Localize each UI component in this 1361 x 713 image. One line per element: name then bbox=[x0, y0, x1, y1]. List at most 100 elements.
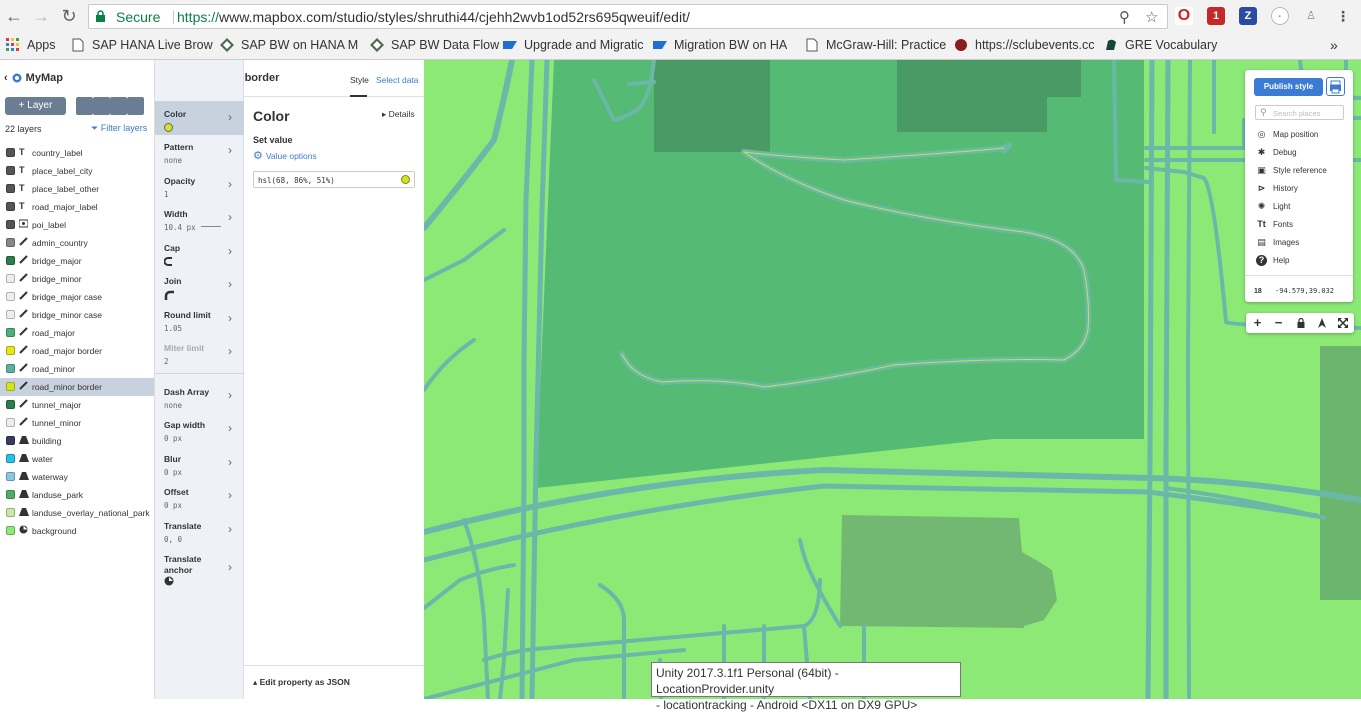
property-blur[interactable]: Blur 0 px › bbox=[155, 446, 244, 479]
symbol-layer-icon bbox=[18, 219, 29, 229]
calendar-extension-icon[interactable]: 1 bbox=[1207, 7, 1225, 25]
property-color[interactable]: Color › bbox=[155, 101, 244, 135]
lock-icon[interactable] bbox=[1290, 314, 1311, 332]
url-text[interactable]: https://www.mapbox.com/studio/styles/shr… bbox=[177, 9, 690, 25]
layer-item[interactable]: Tcountry_label bbox=[0, 144, 154, 162]
bookmark-migration-bw[interactable]: Migration BW on HA bbox=[653, 37, 787, 53]
browser-menu-icon[interactable]: ⋮ bbox=[1334, 7, 1352, 25]
bookmark-sap-bw-data-flow[interactable]: SAP BW Data Flow bbox=[370, 37, 499, 53]
print-button[interactable] bbox=[1326, 77, 1345, 96]
back-icon[interactable]: ← bbox=[4, 6, 24, 26]
bookmarks-overflow[interactable]: » bbox=[1330, 37, 1338, 53]
property-pattern[interactable]: Pattern none › bbox=[155, 134, 244, 168]
layer-item[interactable]: poi_label bbox=[0, 216, 154, 234]
property-width[interactable]: Width 10.4 px › bbox=[155, 201, 244, 235]
compass-icon[interactable] bbox=[1311, 314, 1332, 332]
extension-circle-icon[interactable]: · bbox=[1271, 7, 1289, 25]
details-toggle[interactable]: ▸ Details bbox=[382, 109, 415, 120]
building bbox=[840, 515, 1057, 628]
group-layer-button[interactable] bbox=[93, 97, 110, 115]
layer-item[interactable]: admin_country bbox=[0, 234, 154, 252]
layer-item[interactable]: road_major bbox=[0, 324, 154, 342]
property-offset[interactable]: Offset 0 px › bbox=[155, 479, 244, 513]
line-layer-icon bbox=[19, 291, 28, 301]
menu-history[interactable]: ⊳ History bbox=[1256, 183, 1298, 194]
search-places-input[interactable]: ⚲ Search places bbox=[1255, 105, 1344, 120]
zotero-extension-icon[interactable]: Z bbox=[1239, 7, 1257, 25]
menu-debug[interactable]: ✱ Debug bbox=[1256, 147, 1297, 158]
menu-light[interactable]: ✺ Light bbox=[1256, 201, 1291, 212]
bookmark-upgrade-migration[interactable]: Upgrade and Migratic bbox=[503, 37, 644, 53]
menu-style-reference[interactable]: ▣ Style reference bbox=[1256, 165, 1327, 176]
property-cap[interactable]: Cap › bbox=[155, 235, 244, 268]
publish-style-button[interactable]: Publish style bbox=[1254, 78, 1323, 96]
zoom-out-button[interactable]: − bbox=[1268, 314, 1289, 332]
property-miter-limit[interactable]: Miter limit 2 › bbox=[155, 335, 244, 366]
value-options-link[interactable]: ⚙ Value options bbox=[253, 149, 317, 162]
fill-layer-icon bbox=[19, 489, 29, 499]
property-dash-array[interactable]: Dash Array none › bbox=[155, 379, 244, 412]
layer-item[interactable]: bridge_minor bbox=[0, 270, 154, 288]
property-gap-width[interactable]: Gap width 0 px › bbox=[155, 412, 244, 446]
set-value-label: Set value bbox=[253, 135, 293, 145]
layer-item[interactable]: landuse_park bbox=[0, 486, 154, 504]
hide-layer-button[interactable] bbox=[110, 97, 127, 115]
bookmark-sclubevents[interactable]: https://sclubevents.cc bbox=[954, 37, 1095, 53]
tab-style[interactable]: Style bbox=[350, 75, 369, 85]
tab-select-data[interactable]: Select data bbox=[376, 75, 419, 85]
property-translate[interactable]: Translate 0, 0 › bbox=[155, 513, 244, 546]
forward-icon[interactable]: → bbox=[31, 6, 51, 26]
add-layer-button[interactable]: + Layer bbox=[5, 97, 66, 115]
property-value: 1 bbox=[164, 190, 169, 199]
property-translate-anchor[interactable]: Translate anchor › bbox=[155, 546, 244, 596]
layer-item[interactable]: landuse_overlay_national_park bbox=[0, 504, 154, 522]
layer-item[interactable]: road_major border bbox=[0, 342, 154, 360]
layer-item[interactable]: bridge_minor case bbox=[0, 306, 154, 324]
layer-item[interactable]: waterway bbox=[0, 468, 154, 486]
layer-item[interactable]: Tplace_label_other bbox=[0, 180, 154, 198]
menu-images[interactable]: ▤ Images bbox=[1256, 237, 1299, 248]
bookmark-gre-vocabulary[interactable]: GRE Vocabulary bbox=[1104, 37, 1217, 53]
layer-item[interactable]: bridge_major bbox=[0, 252, 154, 270]
delete-layer-button[interactable] bbox=[127, 97, 144, 115]
zoom-icon[interactable]: ⚲ bbox=[1119, 8, 1130, 26]
filter-layers-link[interactable]: ⏷ Filter layers bbox=[91, 123, 147, 134]
address-bar[interactable]: Secure https://www.mapbox.com/studio/sty… bbox=[88, 4, 1168, 29]
property-round-limit[interactable]: Round limit 1.05 › bbox=[155, 302, 244, 335]
menu-fonts[interactable]: Tt Fonts bbox=[1256, 219, 1293, 230]
layer-item[interactable]: bridge_major case bbox=[0, 288, 154, 306]
layer-name: bridge_minor case bbox=[32, 310, 102, 320]
reload-icon[interactable]: ↻ bbox=[59, 6, 79, 26]
layer-item[interactable]: building bbox=[0, 432, 154, 450]
layer-item[interactable]: tunnel_minor bbox=[0, 414, 154, 432]
bookmark-sap-hana-live[interactable]: SAP HANA Live Brow bbox=[71, 37, 213, 53]
opera-extension-icon[interactable]: O bbox=[1175, 7, 1193, 25]
layer-item[interactable]: water bbox=[0, 450, 154, 468]
extension-puzzle-icon[interactable]: ♙ bbox=[1302, 7, 1320, 25]
layer-color-swatch bbox=[6, 148, 15, 157]
back-to-styles[interactable]: ‹ MyMap bbox=[4, 72, 63, 84]
layer-item[interactable]: background bbox=[0, 522, 154, 540]
property-opacity[interactable]: Opacity 1 › bbox=[155, 168, 244, 201]
layer-item[interactable]: road_minor border bbox=[0, 378, 154, 396]
fill-layer-icon bbox=[19, 435, 29, 445]
bookmark-sap-bw-on-hana[interactable]: SAP BW on HANA M bbox=[220, 37, 358, 53]
layer-item[interactable]: Tplace_label_city bbox=[0, 162, 154, 180]
bookmark-apps[interactable]: Apps bbox=[6, 37, 56, 53]
color-value-input[interactable]: hsl(68, 86%, 51%) bbox=[253, 171, 415, 188]
fullscreen-icon[interactable] bbox=[1332, 314, 1353, 332]
property-join[interactable]: Join › bbox=[155, 268, 244, 302]
duplicate-layer-button[interactable] bbox=[76, 97, 93, 115]
layer-item[interactable]: road_minor bbox=[0, 360, 154, 378]
color-swatch[interactable] bbox=[401, 175, 410, 184]
layer-item[interactable]: tunnel_major bbox=[0, 396, 154, 414]
menu-map-position[interactable]: ◎ Map position bbox=[1256, 129, 1319, 140]
layer-name: road_major border bbox=[32, 346, 102, 356]
edit-json-button[interactable]: ▴ Edit property as JSON bbox=[244, 665, 424, 699]
zoom-in-button[interactable]: + bbox=[1247, 314, 1268, 332]
menu-help[interactable]: ? Help bbox=[1256, 255, 1289, 266]
map-canvas[interactable] bbox=[424, 60, 1361, 699]
layer-item[interactable]: Troad_major_label bbox=[0, 198, 154, 216]
bookmark-mcgraw-hill[interactable]: McGraw-Hill: Practice bbox=[805, 37, 946, 53]
bookmark-star-icon[interactable]: ☆ bbox=[1145, 8, 1158, 26]
